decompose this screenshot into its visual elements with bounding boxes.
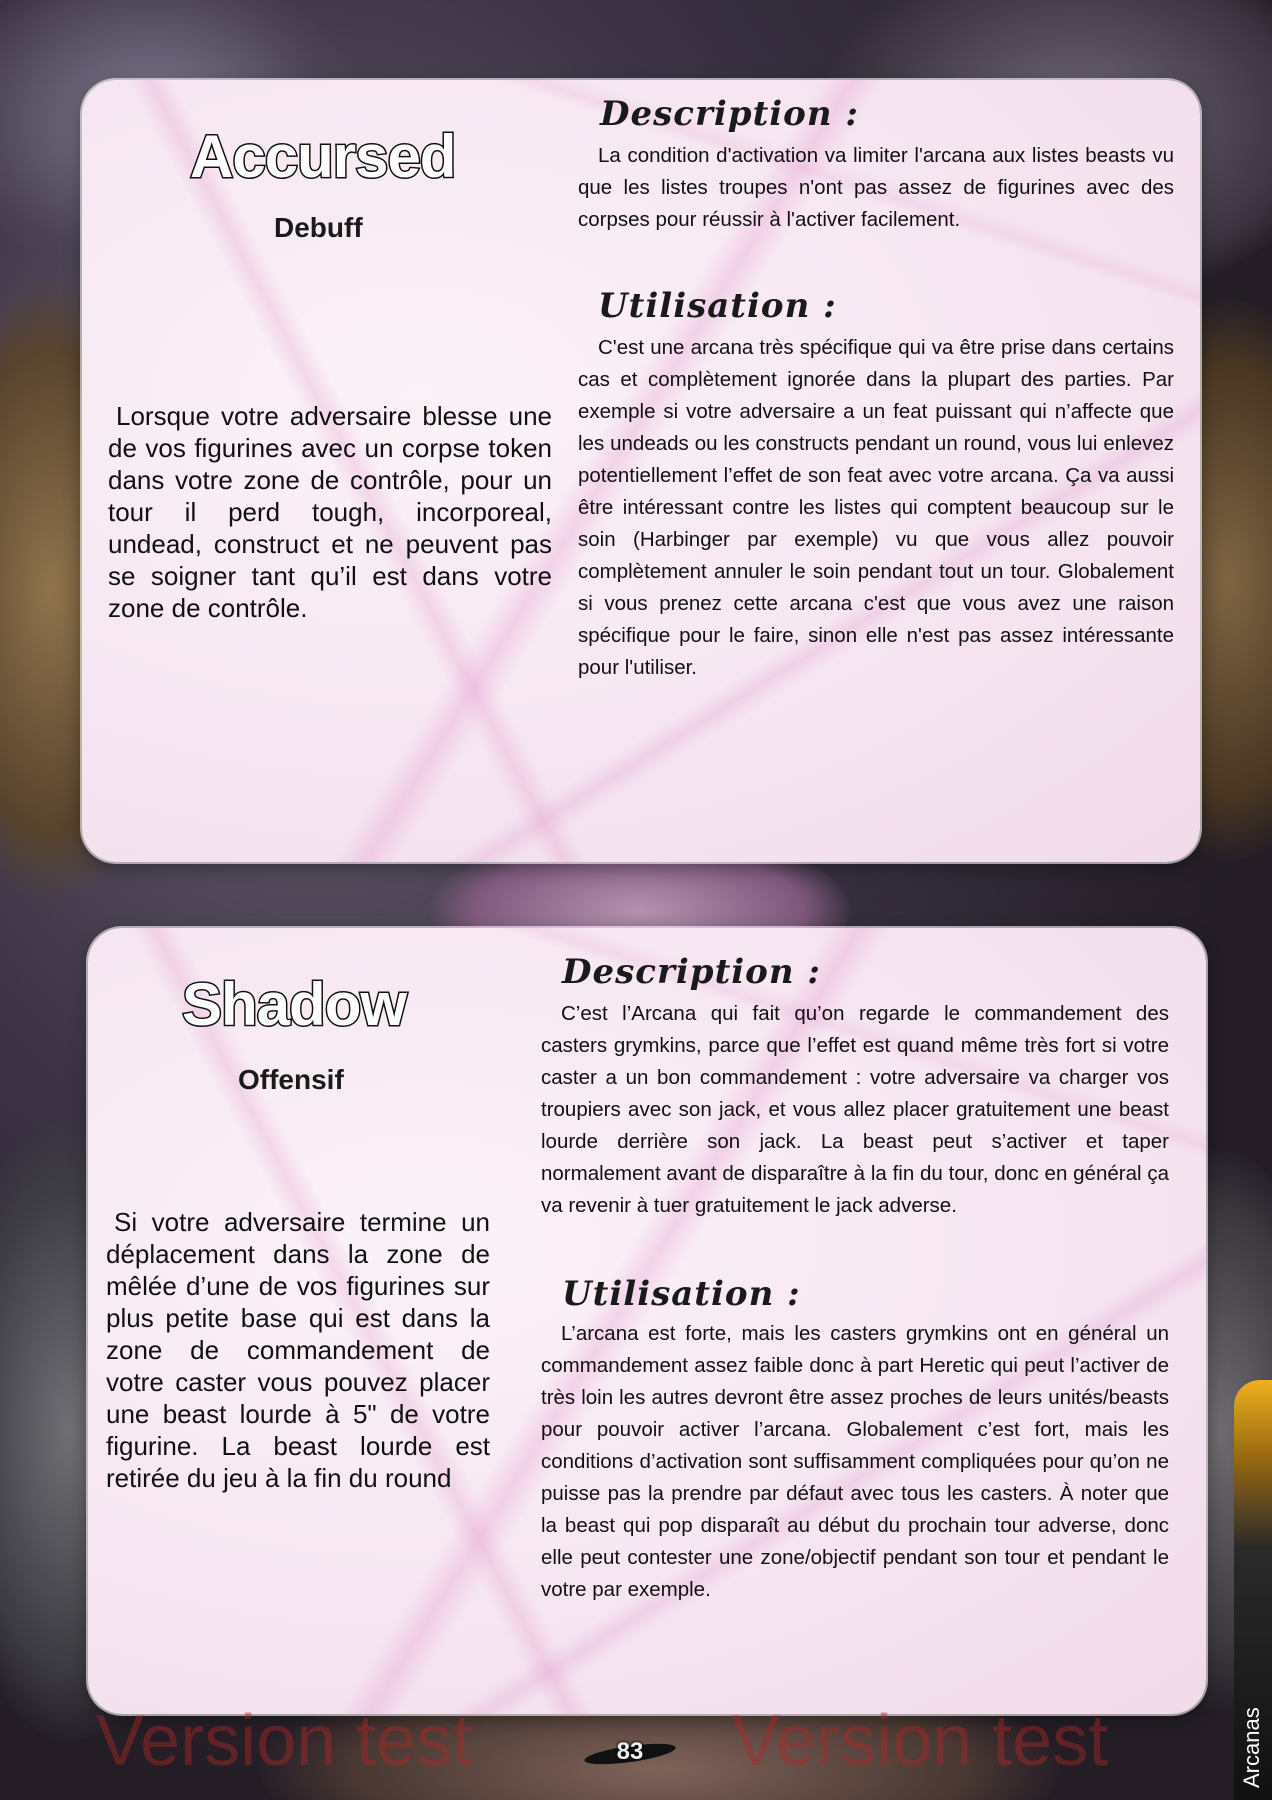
- card-effect-text: Lorsque votre adversaire blesse une de v…: [108, 401, 552, 623]
- utilisation-text: C'est une arcana très spécifique qui va …: [578, 336, 1174, 679]
- card-effect-text: Si votre adversaire termine un déplaceme…: [106, 1207, 490, 1493]
- section-side-tab: Arcanas: [1234, 1380, 1272, 1800]
- page-number: 83: [580, 1728, 680, 1776]
- page-number-label: 83: [616, 1738, 644, 1765]
- card-type: Offensif: [238, 1064, 344, 1095]
- card-title: Shadow: [180, 970, 408, 1040]
- utilisation-heading: Utilisation :: [562, 1274, 801, 1314]
- arcana-card-accursed: Accursed Debuff Lorsque votre adversaire…: [82, 80, 1200, 862]
- utilisation-text: L’arcana est forte, mais les casters gry…: [541, 1322, 1169, 1601]
- watermark-left: Version test: [96, 1701, 473, 1781]
- card-title: Accursed: [188, 122, 457, 192]
- card-type: Debuff: [274, 212, 363, 243]
- description-text: C’est l’Arcana qui fait qu’on regarde le…: [541, 1002, 1169, 1217]
- arcana-card-shadow: Shadow Offensif Si votre adversaire term…: [88, 928, 1206, 1714]
- section-side-tab-label: Arcanas: [1239, 1707, 1264, 1788]
- description-heading: Description :: [562, 952, 821, 992]
- watermark-right: Version test: [732, 1701, 1109, 1781]
- utilisation-heading: Utilisation :: [598, 286, 837, 326]
- description-heading: Description :: [600, 94, 859, 134]
- description-text: La condition d'activation va limiter l'a…: [578, 144, 1174, 231]
